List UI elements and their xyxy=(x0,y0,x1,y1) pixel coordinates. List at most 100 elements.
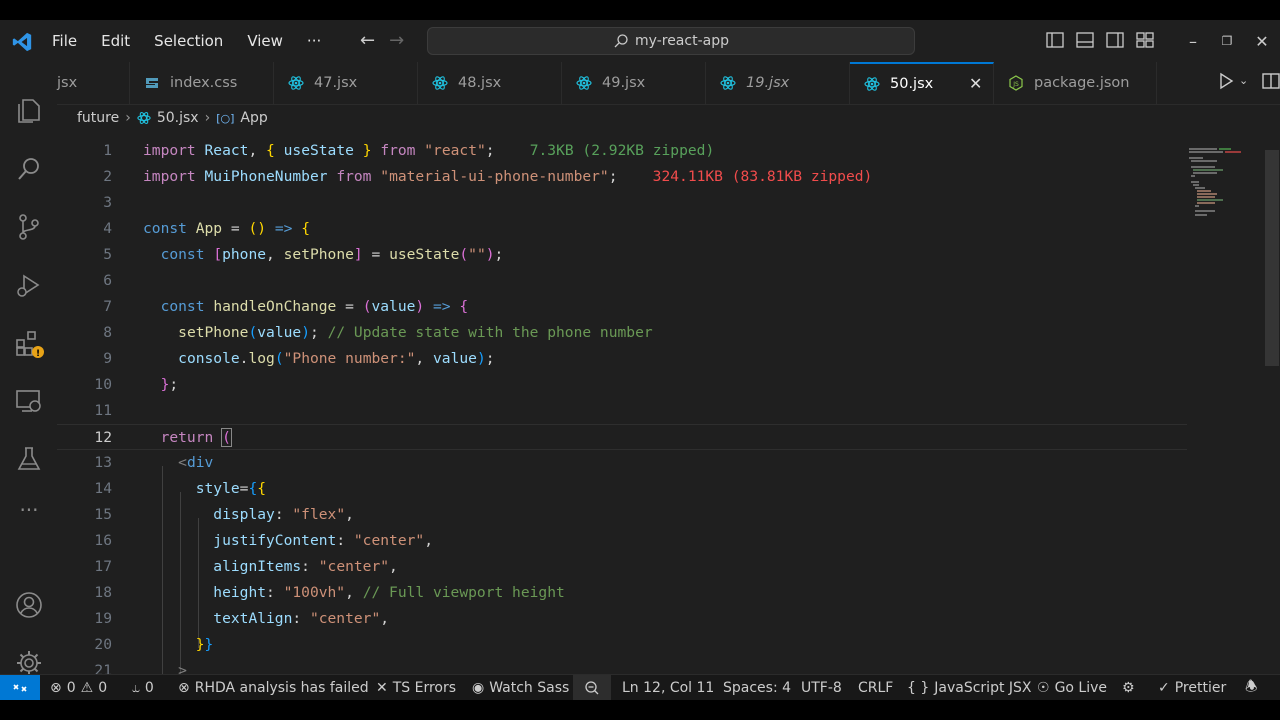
toggle-panel-icon[interactable] xyxy=(1076,31,1094,49)
code-line: 15 display: "flex", xyxy=(94,506,354,523)
chevron-right-icon: › xyxy=(125,110,131,126)
react-icon xyxy=(432,76,448,90)
braces-icon: { } xyxy=(907,680,930,696)
error-icon: ⊗ xyxy=(50,680,62,696)
import-size-label: 7.3KB (2.92KB zipped) xyxy=(529,142,715,159)
toggle-sidebar-icon[interactable] xyxy=(1046,31,1064,49)
language-mode[interactable]: { } JavaScript JSX xyxy=(907,675,1032,700)
cursor-position[interactable]: Ln 12, Col 11 xyxy=(622,675,714,700)
search-activity-icon[interactable] xyxy=(14,154,44,184)
symbol-variable-icon: [○] xyxy=(216,111,235,125)
import-size-label: 324.11KB (83.81KB zipped) xyxy=(652,168,873,185)
menu-selection[interactable]: Selection xyxy=(142,32,235,50)
svg-text:JS: JS xyxy=(1012,81,1019,88)
search-text: my-react-app xyxy=(635,33,729,49)
close-window-icon[interactable]: ✕ xyxy=(1244,32,1280,51)
code-line: 1 import React, { useState } from "react"… xyxy=(103,142,715,159)
breadcrumb-file[interactable]: 50.jsx xyxy=(157,110,199,126)
copilot-status[interactable]: ⚙ xyxy=(1122,675,1135,700)
menu-file[interactable]: File xyxy=(40,32,89,50)
encoding-text: UTF-8 xyxy=(801,680,842,696)
source-control-icon[interactable] xyxy=(14,212,44,242)
forward-arrow-icon[interactable]: → xyxy=(389,30,404,51)
toggle-secondary-sidebar-icon[interactable] xyxy=(1106,31,1124,49)
code-line-current: 12 return ( xyxy=(57,424,1187,450)
code-line: 16 justifyContent: "center", xyxy=(94,532,433,549)
testing-icon[interactable] xyxy=(14,444,44,474)
status-bar: ⊗ 0 ⚠ 0 ⥿ 0 ⊗ RHDA analysis has failed ✕ TS E… xyxy=(0,674,1280,700)
tab-49-jsx[interactable]: 49.jsx xyxy=(562,62,706,104)
remote-indicator[interactable] xyxy=(0,675,40,700)
code-line: 14 style={{ xyxy=(94,480,267,497)
react-icon xyxy=(720,76,736,90)
back-arrow-icon[interactable]: ← xyxy=(360,30,375,51)
explorer-icon[interactable] xyxy=(14,96,44,126)
code-line: 10 }; xyxy=(94,376,179,393)
code-line: 13 <div xyxy=(94,454,214,471)
customize-layout-icon[interactable] xyxy=(1136,31,1154,49)
code-line: 3 xyxy=(103,194,112,211)
rhda-status[interactable]: ⊗ RHDA analysis has failed xyxy=(178,675,369,700)
zoom-status[interactable] xyxy=(573,675,611,700)
menu-more[interactable]: ··· xyxy=(295,32,333,50)
tab-50-jsx[interactable]: 50.jsx ✕ xyxy=(850,62,994,104)
tab-19-jsx[interactable]: 19.jsx xyxy=(706,62,850,104)
code-line: 19 textAlign: "center", xyxy=(94,610,390,627)
warning-icon: ⚠ xyxy=(80,680,94,696)
code-editor[interactable]: 1 import React, { useState } from "react"… xyxy=(57,128,1280,674)
react-icon xyxy=(288,76,304,90)
breadcrumb-symbol[interactable]: App xyxy=(240,110,267,126)
more-views-icon[interactable]: ··· xyxy=(14,498,44,522)
tab-label: index.css xyxy=(170,75,238,91)
chevron-down-icon[interactable]: ⌄ xyxy=(1239,74,1248,91)
ts-errors-status[interactable]: ✕ TS Errors xyxy=(376,675,456,700)
tab-index-css[interactable]: index.css xyxy=(130,62,274,104)
accounts-icon[interactable] xyxy=(14,590,44,620)
command-center-search[interactable]: my-react-app xyxy=(427,27,915,55)
notifications-status[interactable]: 🕭 xyxy=(1245,675,1258,700)
vertical-scrollbar[interactable] xyxy=(1265,150,1279,366)
eol-status[interactable]: CRLF xyxy=(858,675,893,700)
menu-edit[interactable]: Edit xyxy=(89,32,142,50)
split-editor-icon[interactable] xyxy=(1262,72,1280,90)
tab-package-json[interactable]: JS package.json xyxy=(994,62,1157,104)
check-double-icon: ✓ xyxy=(1158,680,1170,696)
tab-47-jsx[interactable]: 47.jsx xyxy=(274,62,418,104)
close-tab-icon[interactable]: ✕ xyxy=(969,74,982,93)
encoding-status[interactable]: UTF-8 xyxy=(801,675,842,700)
code-line: 8 setPhone(value); // Update state with … xyxy=(103,324,653,341)
ports-indicator[interactable]: ⥿ 0 xyxy=(132,675,154,700)
code-line: 21 > xyxy=(94,662,187,674)
run-debug-icon[interactable] xyxy=(14,270,44,300)
minimap[interactable] xyxy=(1187,128,1267,674)
css-icon xyxy=(146,78,158,88)
problems-indicator[interactable]: ⊗ 0 ⚠ 0 xyxy=(50,675,107,700)
code-line: 18 height: "100vh", // Full viewport hei… xyxy=(94,584,565,601)
restore-icon[interactable]: ❐ xyxy=(1210,34,1244,48)
prettier-status[interactable]: ✓ Prettier xyxy=(1158,675,1226,700)
close-icon: ✕ xyxy=(376,680,388,696)
remote-explorer-icon[interactable] xyxy=(14,386,44,416)
eol-text: CRLF xyxy=(858,680,894,696)
tab-label: 19.jsx xyxy=(746,75,790,91)
breadcrumb-folder[interactable]: future xyxy=(77,110,119,126)
remote-icon xyxy=(13,684,27,692)
watch-sass-status[interactable]: ◉ Watch Sass xyxy=(472,675,569,700)
breadcrumb: future › 50.jsx › [○] App xyxy=(77,108,268,128)
cursor-position-text: Ln 12, Col 11 xyxy=(622,680,715,696)
tab-jsx[interactable]: jsx xyxy=(57,62,130,104)
minimize-icon[interactable]: – xyxy=(1176,32,1210,51)
broadcast-icon: ⥿ xyxy=(132,680,140,696)
run-play-icon[interactable] xyxy=(1217,72,1235,90)
indentation-status[interactable]: Spaces: 4 xyxy=(723,675,791,700)
menu-view[interactable]: View xyxy=(235,32,295,50)
tab-label: 49.jsx xyxy=(602,75,646,91)
go-live-status[interactable]: ☉ Go Live xyxy=(1037,675,1107,700)
indentation-text: Spaces: 4 xyxy=(723,680,792,696)
code-line: 2 import MuiPhoneNumber from "material-ui… xyxy=(103,168,873,185)
extensions-icon[interactable]: ! xyxy=(14,328,44,358)
react-icon xyxy=(137,112,151,124)
code-line: 4 const App = () => { xyxy=(103,220,310,237)
tab-48-jsx[interactable]: 48.jsx xyxy=(418,62,562,104)
layout-controls xyxy=(1046,31,1154,49)
